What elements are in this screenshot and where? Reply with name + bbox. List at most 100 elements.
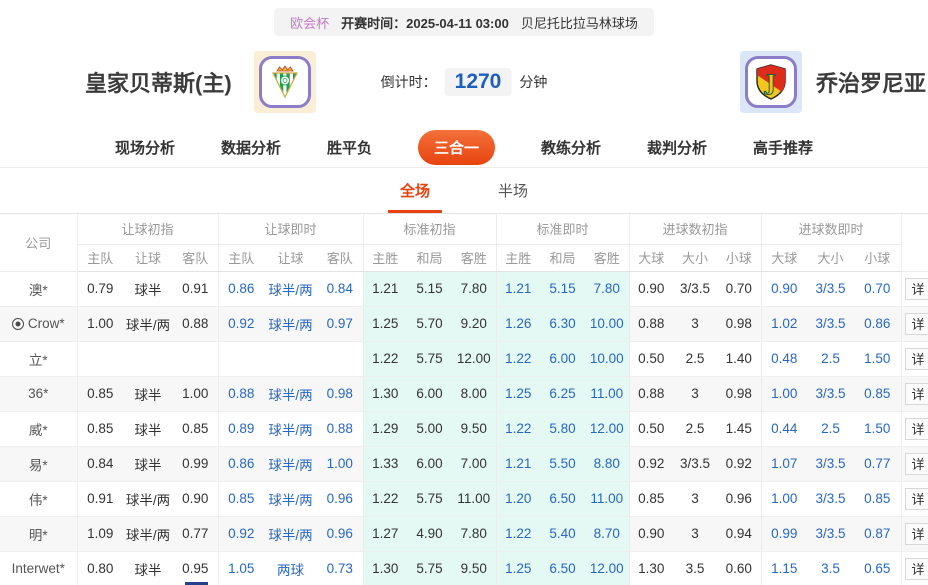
odds-cell: 0.91 (173, 271, 218, 306)
table-row: Crow*1.00球半/两0.880.92球半/两0.971.255.709.2… (0, 306, 928, 341)
company-cell[interactable]: 36* (0, 376, 77, 411)
odds-cell: 球半/两 (264, 516, 317, 551)
column-header: 客胜 (452, 244, 496, 271)
odds-cell: 12.00 (585, 411, 629, 446)
odds-cell: 0.90 (173, 481, 218, 516)
company-cell[interactable]: 明* (0, 516, 77, 551)
odds-cell: 球半/两 (264, 306, 317, 341)
odds-cell: 3/3.5 (807, 516, 854, 551)
detail-button[interactable]: 详 (905, 348, 928, 370)
svg-text:J: J (764, 70, 776, 95)
tab-three-in-one[interactable]: 三合一 (418, 130, 495, 165)
odds-cell: 球半 (123, 446, 173, 481)
odds-cell: 10.00 (585, 306, 629, 341)
tab-coach-analysis[interactable]: 教练分析 (541, 137, 601, 158)
subtab-half-match[interactable]: 半场 (492, 168, 534, 213)
odds-cell: 球半/两 (264, 271, 317, 306)
tab-live-analysis[interactable]: 现场分析 (115, 137, 175, 158)
odds-cell: 5.15 (540, 271, 585, 306)
odds-cell: 0.84 (317, 271, 363, 306)
detail-cell: 详 (901, 446, 928, 481)
betis-crest-icon (265, 62, 305, 102)
odds-cell: 5.80 (540, 411, 585, 446)
odds-cell: 12.00 (452, 341, 496, 376)
odds-cell (218, 341, 264, 376)
company-cell[interactable]: 威* (0, 411, 77, 446)
detail-button[interactable]: 详 (905, 418, 928, 440)
odds-cell: 0.79 (77, 271, 123, 306)
odds-cell: 球半 (123, 376, 173, 411)
odds-cell: 5.75 (407, 341, 452, 376)
company-cell[interactable]: 立* (0, 341, 77, 376)
tab-referee-analysis[interactable]: 裁判分析 (647, 137, 707, 158)
tab-expert-picks[interactable]: 高手推荐 (753, 137, 813, 158)
table-row: 澳*0.79球半0.910.86球半/两0.841.215.157.801.21… (0, 271, 928, 306)
odds-cell: 9.50 (452, 411, 496, 446)
detail-button[interactable]: 详 (905, 523, 928, 545)
odds-cell: 0.84 (77, 446, 123, 481)
detail-button[interactable]: 详 (905, 558, 928, 580)
odds-cell: 1.25 (496, 551, 540, 585)
home-team-name: 皇家贝蒂斯(主) (85, 66, 232, 98)
odds-cell (77, 341, 123, 376)
column-header: 让球 (123, 244, 173, 271)
odds-cell: 1.00 (173, 376, 218, 411)
detail-cell: 详 (901, 481, 928, 516)
odds-cell: 0.88 (317, 411, 363, 446)
column-header: 主胜 (496, 244, 540, 271)
odds-cell: 0.88 (173, 306, 218, 341)
odds-cell: 球半/两 (264, 376, 317, 411)
top-info-bar: 欧会杯 开赛时间：2025-04-11 03:00 贝尼托比拉马林球场 (0, 0, 928, 36)
countdown-unit: 分钟 (519, 72, 547, 92)
odds-cell: 3.5 (673, 551, 717, 585)
odds-cell: 1.00 (77, 306, 123, 341)
odds-cell: 6.25 (540, 376, 585, 411)
odds-cell: 0.88 (629, 376, 673, 411)
odds-cell: 1.15 (761, 551, 807, 585)
company-cell[interactable]: 易* (0, 446, 77, 481)
odds-cell: 0.86 (854, 306, 901, 341)
odds-cell: 0.48 (761, 341, 807, 376)
detail-cell: 详 (901, 376, 928, 411)
odds-cell (173, 341, 218, 376)
detail-cell: 详 (901, 306, 928, 341)
odds-cell: 0.92 (218, 516, 264, 551)
tab-win-draw-lose[interactable]: 胜平负 (327, 137, 372, 158)
odds-cell: 0.50 (629, 341, 673, 376)
odds-cell: 0.92 (629, 446, 673, 481)
column-group-1x2-live: 标准即时 (496, 214, 629, 244)
detail-button[interactable]: 详 (905, 453, 928, 475)
detail-button[interactable]: 详 (905, 313, 928, 335)
detail-button[interactable]: 详 (905, 488, 928, 510)
nav-tabs: 现场分析 数据分析 胜平负 三合一 教练分析 裁判分析 高手推荐 (0, 128, 928, 168)
column-header: 大球 (629, 244, 673, 271)
tab-data-analysis[interactable]: 数据分析 (221, 137, 281, 158)
league-badge: 欧会杯 (290, 13, 329, 32)
table-row: 威*0.85球半0.850.89球半/两0.881.295.009.501.22… (0, 411, 928, 446)
company-cell[interactable]: 澳* (0, 271, 77, 306)
company-cell[interactable]: 伟* (0, 481, 77, 516)
detail-button[interactable]: 详 (905, 278, 928, 300)
detail-button[interactable]: 详 (905, 383, 928, 405)
odds-cell: 球半 (123, 271, 173, 306)
column-header: 大球 (761, 244, 807, 271)
odds-cell: 0.50 (629, 411, 673, 446)
subtab-full-match[interactable]: 全场 (394, 168, 436, 213)
odds-cell: 2.5 (807, 411, 854, 446)
odds-cell: 10.00 (585, 341, 629, 376)
company-cell[interactable]: Interwet* (0, 551, 77, 585)
odds-cell: 3/3.5 (807, 376, 854, 411)
odds-cell: 1.00 (761, 481, 807, 516)
odds-cell: 1.29 (363, 411, 407, 446)
column-header: 小球 (854, 244, 901, 271)
company-cell[interactable]: Crow* (0, 306, 77, 341)
odds-cell: 11.00 (585, 481, 629, 516)
column-header-detail (901, 214, 928, 271)
column-header: 大小 (673, 244, 717, 271)
column-header: 客队 (317, 244, 363, 271)
odds-cell: 0.86 (218, 271, 264, 306)
odds-cell: 5.50 (540, 446, 585, 481)
odds-cell: 0.96 (317, 516, 363, 551)
odds-cell: 0.65 (854, 551, 901, 585)
odds-cell: 6.00 (407, 446, 452, 481)
